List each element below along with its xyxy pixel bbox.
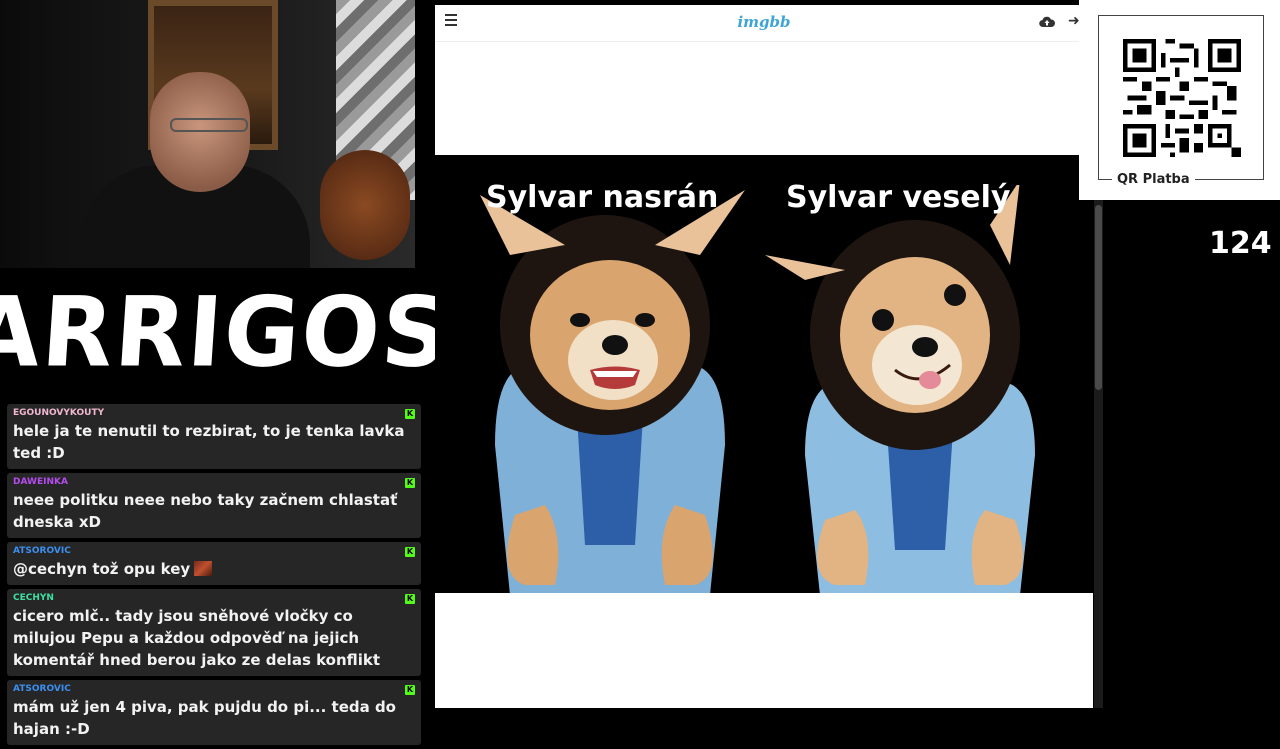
image-viewer: Sylvar nasrán Sylvar veselý <box>435 155 1093 593</box>
logo-text: ARRIGOS <box>0 275 455 389</box>
qr-payment-panel: QR Platba <box>1079 0 1280 200</box>
happy-chihuahua-image <box>765 185 1035 593</box>
angry-chihuahua-image <box>480 190 745 593</box>
caption-angry: Sylvar nasrán <box>486 180 719 215</box>
caption-happy: Sylvar veselý <box>786 180 1011 215</box>
chat-username: DAWEINKA <box>13 477 68 487</box>
kick-icon: K <box>405 478 415 488</box>
site-header: imgbb ➜ <box>435 5 1093 42</box>
chat-panel: EGOUNOVYKOUTY hele ja te nenutil to rezb… <box>7 404 421 749</box>
streamer-glasses <box>170 118 248 132</box>
qr-code-icon <box>1123 39 1241 157</box>
kick-icon: K <box>405 547 415 557</box>
streamer-head <box>150 72 250 192</box>
site-brand[interactable]: imgbb <box>435 13 1093 31</box>
chat-text-row: @cechyn tož opu key <box>13 558 415 580</box>
plush-toy <box>320 150 410 260</box>
chat-text: @cechyn tož opu key <box>13 560 191 578</box>
qr-label: QR Platba <box>1112 172 1195 187</box>
qr-frame <box>1098 15 1264 180</box>
emote-icon <box>194 561 213 576</box>
chat-username: ATSOROVIC <box>13 546 71 556</box>
chat-message: ATSOROVIC mám už jen 4 piva, pak pujdu d… <box>7 680 421 745</box>
kick-icon: K <box>405 685 415 695</box>
chat-username: EGOUNOVYKOUTY <box>13 408 105 418</box>
chat-message: EGOUNOVYKOUTY hele ja te nenutil to rezb… <box>7 404 421 469</box>
webcam-feed <box>0 0 415 268</box>
chat-text: mám už jen 4 piva, pak pujdu do pi... te… <box>13 698 396 738</box>
chat-text: hele ja te nenutil to rezbirat, to je te… <box>13 422 405 462</box>
chat-username: ATSOROVIC <box>13 684 71 694</box>
channel-logo: ARRIGOS <box>0 268 454 396</box>
browser-window: imgbb ➜ Sylvar nasrán Sylvar veselý <box>435 5 1093 708</box>
cloud-upload-icon[interactable] <box>1039 15 1055 29</box>
chat-text: neee politku neee nebo taky začnem chlas… <box>13 491 398 531</box>
chat-message: DAWEINKA neee politku neee nebo taky zač… <box>7 473 421 538</box>
chat-username: CECHYN <box>13 593 54 603</box>
kick-icon: K <box>405 594 415 604</box>
chat-message: CECHYN cicero mlč.. tady jsou sněhové vl… <box>7 589 421 676</box>
kick-icon: K <box>405 409 415 419</box>
scrollbar-thumb[interactable] <box>1095 205 1102 390</box>
chat-message: ATSOROVIC @cechyn tož opu key K <box>7 542 421 585</box>
counter-value: 124 <box>1209 226 1272 261</box>
chat-text: cicero mlč.. tady jsou sněhové vločky co… <box>13 607 381 669</box>
